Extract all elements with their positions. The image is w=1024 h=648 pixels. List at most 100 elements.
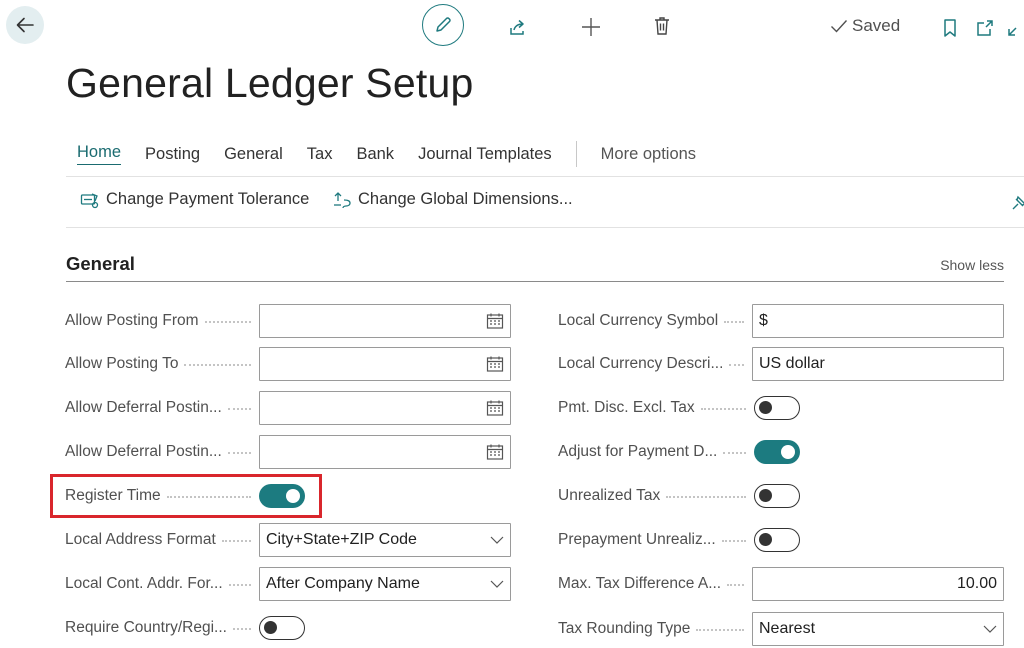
field-value: US dollar [759, 355, 825, 372]
field-allow-deferral-posting-from: Allow Deferral Postin... [65, 391, 511, 425]
field-max-tax-difference-allowed: Max. Tax Difference A... 10.00 [558, 567, 1004, 601]
local-address-format-select[interactable]: City+State+ZIP Code [259, 523, 511, 557]
field-pmt-disc-excl-tax: Pmt. Disc. Excl. Tax [558, 391, 800, 425]
unrealized-tax-toggle[interactable] [754, 484, 800, 508]
saved-indicator: Saved [830, 16, 900, 36]
field-label: Allow Deferral Postin... [65, 443, 222, 460]
field-value: $ [759, 312, 768, 329]
field-leader-dots [721, 539, 746, 542]
calendar-icon[interactable] [486, 399, 504, 417]
open-new-window-button[interactable] [973, 16, 997, 40]
allow-posting-to-input[interactable] [259, 347, 511, 381]
field-label: Local Currency Descri... [558, 355, 724, 372]
field-allow-posting-to: Allow Posting To [65, 347, 511, 381]
field-leader-dots [227, 407, 251, 410]
allow-posting-from-input[interactable] [259, 304, 511, 338]
field-tax-rounding-type: Tax Rounding Type Nearest [558, 612, 1004, 646]
chevron-down-icon [490, 535, 504, 545]
share-button[interactable] [505, 15, 529, 39]
field-label: Allow Posting From [65, 312, 199, 329]
field-unrealized-tax: Unrealized Tax [558, 479, 800, 513]
new-button[interactable] [579, 15, 603, 39]
pin-action-bar-button[interactable] [1012, 192, 1024, 216]
field-label: Pmt. Disc. Excl. Tax [558, 399, 695, 416]
checkmark-icon [830, 19, 848, 33]
share-icon [507, 17, 527, 37]
field-leader-dots [727, 583, 744, 586]
field-leader-dots [696, 628, 744, 631]
delete-button[interactable] [650, 14, 674, 38]
change-payment-tolerance-label: Change Payment Tolerance [106, 190, 310, 208]
change-global-dimensions-label: Change Global Dimensions... [358, 190, 573, 208]
field-value: City+State+ZIP Code [266, 531, 417, 548]
field-leader-dots [724, 320, 744, 323]
local-contact-address-format-select[interactable]: After Company Name [259, 567, 511, 601]
global-dimensions-icon [332, 191, 352, 209]
field-label: Allow Deferral Postin... [65, 399, 222, 416]
field-leader-dots [184, 363, 251, 366]
adjust-for-payment-discount-toggle[interactable] [754, 440, 800, 464]
tab-journal-templates[interactable]: Journal Templates [418, 145, 552, 164]
field-label: Tax Rounding Type [558, 620, 691, 637]
chevron-down-icon [490, 579, 504, 589]
local-currency-description-input[interactable]: US dollar [752, 347, 1004, 381]
field-label: Local Currency Symbol [558, 312, 719, 329]
calendar-icon[interactable] [486, 312, 504, 330]
tab-home[interactable]: Home [77, 143, 122, 165]
actions-divider [66, 227, 1024, 228]
field-leader-dots [232, 627, 251, 630]
field-require-country-region: Require Country/Regi... [65, 611, 305, 645]
change-payment-tolerance-action[interactable]: Change Payment Tolerance [80, 190, 309, 209]
tab-bar: Home Posting General Tax Bank Journal Te… [77, 141, 720, 167]
back-button[interactable] [6, 6, 44, 44]
calendar-icon[interactable] [486, 355, 504, 373]
tab-tax[interactable]: Tax [307, 145, 333, 164]
local-currency-symbol-input[interactable]: $ [752, 304, 1004, 338]
field-label: Local Address Format [65, 531, 216, 548]
saved-label: Saved [852, 16, 901, 35]
prepayment-unrealized-tax-toggle[interactable] [754, 528, 800, 552]
tax-rounding-type-select[interactable]: Nearest [752, 612, 1004, 646]
field-leader-dots [221, 539, 251, 542]
field-label: Local Cont. Addr. For... [65, 575, 223, 592]
bookmark-button[interactable] [938, 16, 962, 40]
field-leader-dots [723, 451, 746, 454]
collapse-arrows-icon [1008, 18, 1024, 38]
field-label: Allow Posting To [65, 355, 179, 372]
field-allow-posting-from: Allow Posting From [65, 304, 511, 338]
bookmark-icon [942, 18, 958, 38]
trash-icon [652, 15, 672, 37]
field-leader-dots [204, 320, 251, 323]
tab-bank[interactable]: Bank [356, 145, 394, 164]
field-allow-deferral-posting-to: Allow Deferral Postin... [65, 435, 511, 469]
pmt-disc-excl-tax-toggle[interactable] [754, 396, 800, 420]
page-title: General Ledger Setup [66, 60, 474, 106]
field-label: Unrealized Tax [558, 487, 661, 504]
field-label: Prepayment Unrealiz... [558, 531, 716, 548]
tab-more-options[interactable]: More options [601, 145, 696, 164]
edit-button[interactable] [422, 4, 464, 46]
field-value: After Company Name [266, 575, 420, 592]
section-divider [66, 281, 1004, 282]
field-local-address-format: Local Address Format City+State+ZIP Code [65, 523, 511, 557]
require-country-region-toggle[interactable] [259, 616, 305, 640]
pencil-icon [433, 15, 453, 35]
field-local-currency-description: Local Currency Descri... US dollar [558, 347, 1004, 381]
open-in-new-window-icon [975, 18, 995, 38]
calendar-icon[interactable] [486, 443, 504, 461]
field-leader-dots [227, 451, 251, 454]
arrow-left-icon [14, 14, 36, 36]
max-tax-difference-input[interactable]: 10.00 [752, 567, 1004, 601]
show-less-link[interactable]: Show less [940, 257, 1004, 273]
collapse-button[interactable] [1008, 16, 1024, 40]
tab-general[interactable]: General [224, 145, 283, 164]
allow-deferral-posting-to-input[interactable] [259, 435, 511, 469]
change-global-dimensions-action[interactable]: Change Global Dimensions... [332, 190, 573, 209]
chevron-down-icon [983, 624, 997, 634]
field-local-contact-address-format: Local Cont. Addr. For... After Company N… [65, 567, 511, 601]
tab-posting[interactable]: Posting [145, 145, 200, 164]
allow-deferral-posting-from-input[interactable] [259, 391, 511, 425]
field-value: 10.00 [956, 575, 997, 592]
field-adjust-for-payment-discount: Adjust for Payment D... [558, 435, 800, 469]
section-title-general[interactable]: General [66, 253, 135, 275]
